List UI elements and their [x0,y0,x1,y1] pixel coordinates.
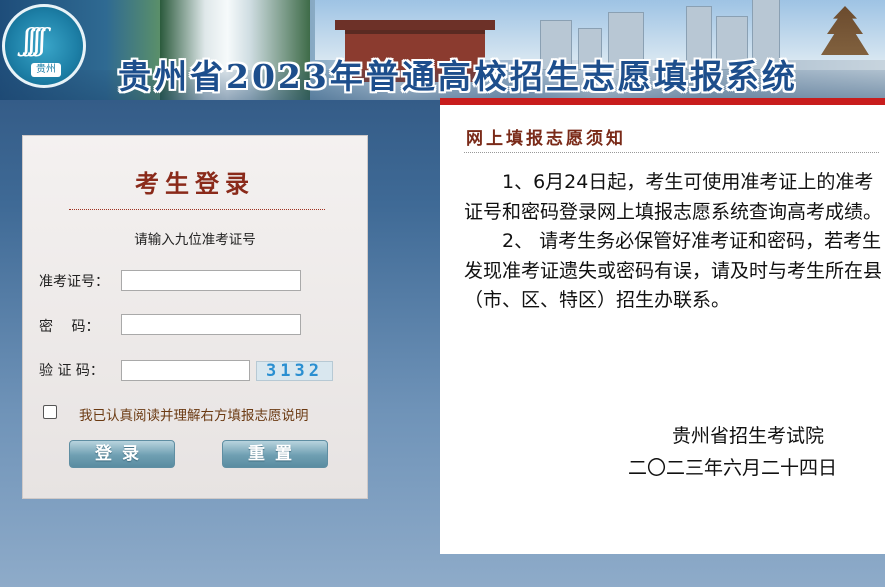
system-title: 贵州省2023年普通高校招生志愿填报系统 [118,57,798,96]
login-button[interactable]: 登录 [69,440,175,468]
password-label: 密 码： [39,319,100,335]
logo-label: 贵州 [31,63,61,77]
logo-waves-icon: ʃʃʃʃ [23,23,47,58]
notice-item: 1、6月24日起，考生可使用准考证上的准考证号和密码登录网上填报志愿系统查询高考… [464,171,883,223]
login-hint: 请输入九位准考证号 [134,232,256,248]
agree-row[interactable]: 我已认真阅读并理解右方填报志愿说明 [43,404,359,424]
title-divider [69,209,325,210]
captcha-label: 验 证 码： [39,363,104,379]
agree-label[interactable]: 我已认真阅读并理解右方填报志愿说明 [79,404,309,424]
exam-authority-logo-icon: ʃʃʃʃ 贵州 [2,4,86,88]
captcha-input[interactable] [121,360,250,381]
login-title: 考生登录 [135,169,255,198]
login-panel: 考生登录 请输入九位准考证号 准考证号： 密 码： 验 证 码： 3132 我已… [22,135,368,499]
notice-body: 1、6月24日起，考生可使用准考证上的准考证号和密码登录网上填报志愿系统查询高考… [464,168,884,316]
header-banner: ʃʃʃʃ 贵州 贵州省2023年普通高校招生志愿填报系统 [0,0,885,100]
password-input[interactable] [121,314,301,335]
captcha-image[interactable]: 3132 [256,361,333,381]
exam-id-input[interactable] [121,270,301,291]
reset-button[interactable]: 重置 [222,440,328,468]
agree-checkbox[interactable] [43,405,57,419]
notice-heading: 网上填报志愿须知 [466,129,626,149]
notice-divider [464,152,879,153]
signature-date: 二〇二三年六月二十四日 [628,457,838,479]
notice-panel: 网上填报志愿须知 1、6月24日起，考生可使用准考证上的准考证号和密码登录网上填… [440,98,885,554]
signature-org: 贵州省招生考试院 [672,425,825,447]
notice-item: 2、 请考生务必保管好准考证和密码，若考生发现准考证遗失或密码有误，请及时与考生… [464,230,883,311]
exam-id-label: 准考证号： [39,274,109,290]
